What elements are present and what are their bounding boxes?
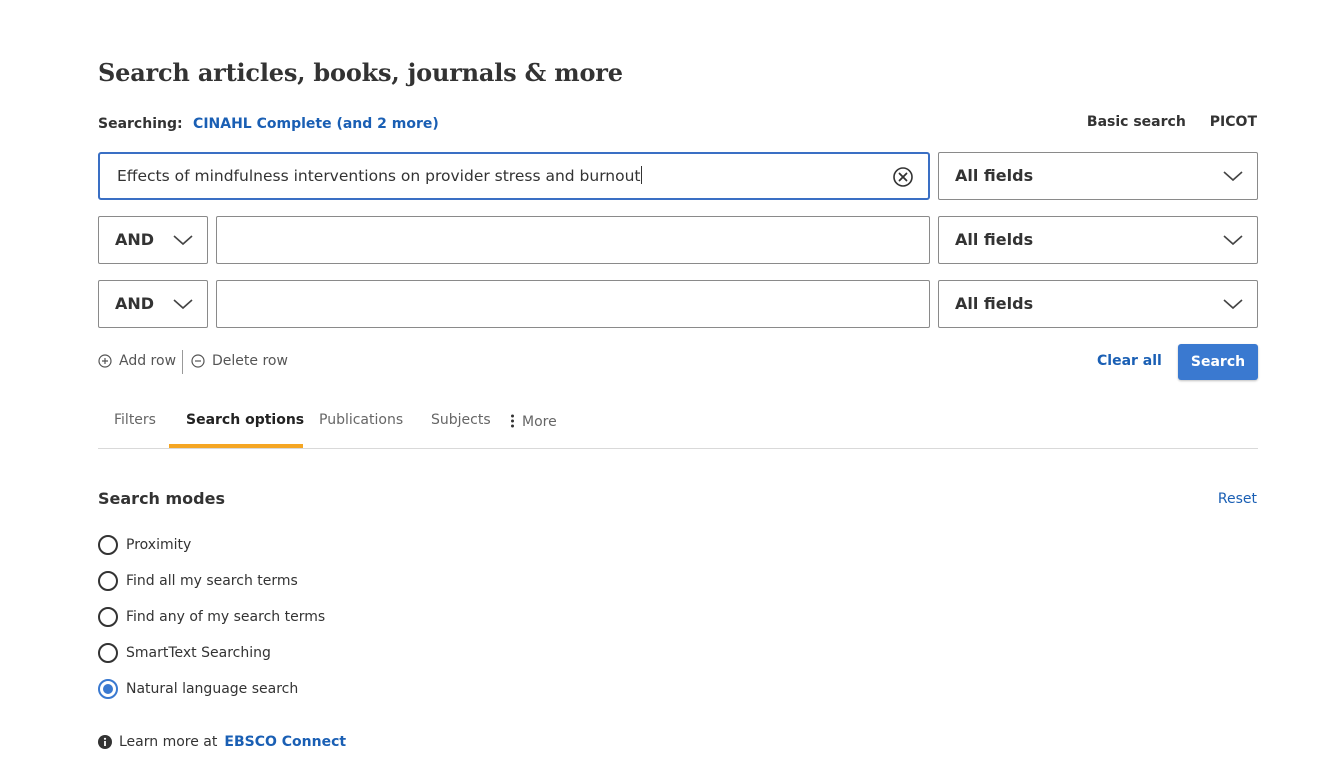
main-search-input[interactable]: Effects of mindfulness interventions on …: [98, 152, 930, 200]
radio-button[interactable]: [98, 535, 118, 555]
add-row-button[interactable]: Add row: [98, 353, 176, 369]
page-title: Search articles, books, journals & more: [98, 58, 623, 87]
radio-label: SmartText Searching: [126, 645, 271, 661]
tab-subjects[interactable]: Subjects: [431, 412, 491, 428]
boolean-operator-select-2[interactable]: AND: [98, 216, 208, 264]
learn-more: Learn more at EBSCO Connect: [98, 734, 346, 750]
radio-smarttext[interactable]: SmartText Searching: [98, 643, 271, 663]
boolean-operator-value: AND: [115, 230, 155, 249]
radio-label: Proximity: [126, 537, 192, 553]
radio-label: Find any of my search terms: [126, 609, 326, 625]
boolean-operator-value: AND: [115, 294, 155, 313]
radio-button-selected[interactable]: [98, 679, 118, 699]
tab-filters[interactable]: Filters: [114, 412, 156, 428]
field-select-value: All fields: [955, 294, 1034, 313]
search-modes-title: Search modes: [98, 489, 225, 508]
boolean-operator-select-3[interactable]: AND: [98, 280, 208, 328]
searching-label: Searching:: [98, 116, 183, 132]
chevron-down-icon: [173, 232, 193, 246]
chevron-down-icon: [1223, 232, 1243, 246]
plus-circle-icon: [98, 354, 112, 368]
ebsco-connect-link[interactable]: EBSCO Connect: [224, 734, 346, 750]
learn-more-prefix: Learn more at: [119, 734, 218, 750]
tab-publications[interactable]: Publications: [319, 412, 403, 428]
searching-indicator: Searching: CINAHL Complete (and 2 more): [98, 116, 439, 132]
radio-label: Find all my search terms: [126, 573, 298, 589]
chevron-down-icon: [1223, 168, 1243, 182]
more-vertical-icon: [511, 414, 514, 428]
search-actions: Add row Delete row Clear all Search: [98, 344, 1258, 380]
delete-row-label: Delete row: [212, 353, 288, 369]
database-selector-link[interactable]: CINAHL Complete (and 2 more): [193, 116, 439, 132]
clear-all-button[interactable]: Clear all: [1097, 353, 1162, 369]
options-tabs: Filters Search options Publications Subj…: [98, 404, 1258, 449]
search-row-2: AND All fields: [98, 216, 1258, 264]
divider: [182, 350, 183, 374]
search-mode-links: Basic search PICOT: [1087, 114, 1257, 130]
field-select-value: All fields: [955, 230, 1034, 249]
tab-search-options[interactable]: Search options: [186, 412, 304, 428]
field-select-3[interactable]: All fields: [938, 280, 1258, 328]
search-button[interactable]: Search: [1178, 344, 1258, 380]
tab-more-label: More: [522, 414, 557, 430]
search-input-text: Effects of mindfulness interventions on …: [117, 167, 641, 185]
radio-button[interactable]: [98, 571, 118, 591]
minus-circle-icon: [191, 354, 205, 368]
clear-input-icon[interactable]: [893, 167, 913, 187]
active-tab-indicator: [169, 444, 303, 448]
info-icon: [98, 735, 112, 749]
radio-find-all[interactable]: Find all my search terms: [98, 571, 298, 591]
radio-natural-language[interactable]: Natural language search: [98, 679, 298, 699]
tab-more[interactable]: More: [511, 414, 557, 430]
picot-link[interactable]: PICOT: [1210, 114, 1257, 130]
text-caret: [640, 166, 642, 184]
search-term-input-3[interactable]: [216, 280, 930, 328]
chevron-down-icon: [1223, 296, 1243, 310]
field-select-1[interactable]: All fields: [938, 152, 1258, 200]
radio-button[interactable]: [98, 607, 118, 627]
field-select-2[interactable]: All fields: [938, 216, 1258, 264]
radio-find-any[interactable]: Find any of my search terms: [98, 607, 325, 627]
basic-search-link[interactable]: Basic search: [1087, 114, 1186, 130]
field-select-value: All fields: [955, 166, 1034, 185]
search-term-input-2[interactable]: [216, 216, 930, 264]
radio-proximity[interactable]: Proximity: [98, 535, 191, 555]
chevron-down-icon: [173, 296, 193, 310]
add-row-label: Add row: [119, 353, 177, 369]
search-row-3: AND All fields: [98, 280, 1258, 328]
delete-row-button[interactable]: Delete row: [191, 353, 288, 369]
reset-link[interactable]: Reset: [1218, 491, 1257, 507]
radio-button[interactable]: [98, 643, 118, 663]
search-row-1: Effects of mindfulness interventions on …: [98, 152, 1258, 200]
radio-label: Natural language search: [126, 681, 299, 697]
